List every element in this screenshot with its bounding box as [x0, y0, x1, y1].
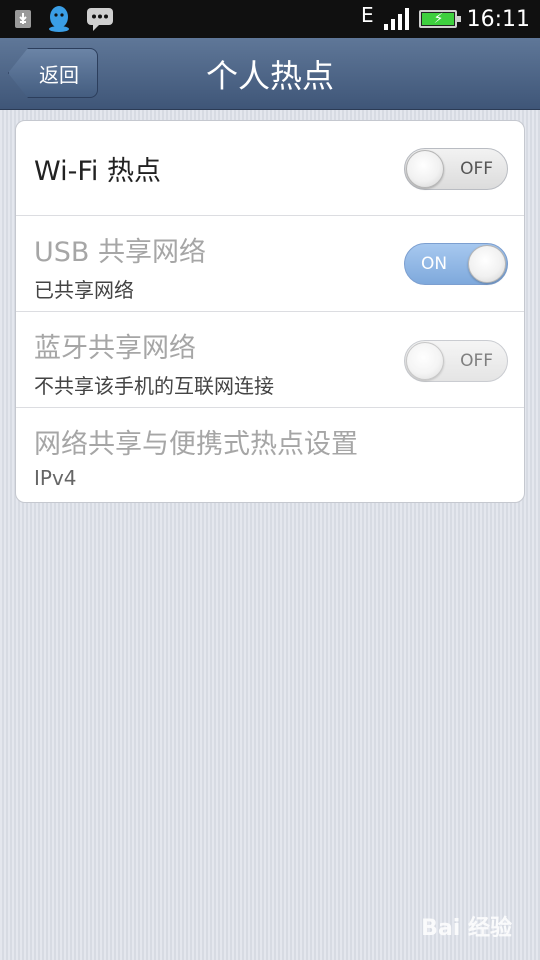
clock: 16:11 [466, 6, 530, 32]
toggle-knob [406, 342, 444, 380]
back-button[interactable]: 返回 [8, 48, 98, 98]
network-type-label: E [360, 3, 374, 27]
bluetooth-tethering-toggle[interactable]: OFF [404, 340, 508, 382]
tethering-settings-title: 网络共享与便携式热点设置 [34, 429, 358, 460]
wifi-hotspot-row[interactable]: Wi-Fi 热点 OFF [16, 121, 524, 216]
usb-tethering-title: USB 共享网络 [34, 237, 207, 268]
battery-charging-icon: ⚡ [418, 10, 461, 28]
wifi-hotspot-toggle[interactable]: OFF [404, 148, 508, 190]
usb-tethering-row[interactable]: USB 共享网络 已共享网络 ON [16, 216, 524, 312]
toggle-knob [406, 150, 444, 188]
toggle-state-label: OFF [460, 351, 493, 371]
qq-icon [49, 6, 69, 32]
tethering-settings-subtitle: IPv4 [34, 466, 77, 490]
signal-icon [383, 8, 409, 30]
bluetooth-tethering-subtitle: 不共享该手机的互联网连接 [34, 374, 274, 398]
toggle-state-label: OFF [460, 159, 493, 179]
status-bar: E ⚡ 16:11 [0, 0, 540, 38]
usb-tethering-subtitle: 已共享网络 [34, 278, 134, 302]
watermark: Bai 经验 [421, 916, 512, 941]
usb-icon [15, 10, 31, 28]
title-bar: 返回 [0, 38, 540, 110]
bluetooth-tethering-row[interactable]: 蓝牙共享网络 不共享该手机的互联网连接 OFF [16, 312, 524, 408]
message-icon [87, 8, 113, 31]
toggle-state-label: ON [421, 254, 448, 274]
usb-tethering-toggle[interactable]: ON [404, 243, 508, 285]
tethering-settings-row[interactable]: 网络共享与便携式热点设置 IPv4 [16, 408, 524, 502]
status-right: E ⚡ 16:11 [361, 0, 530, 38]
tethering-settings-card: Wi-Fi 热点 OFF USB 共享网络 已共享网络 ON 蓝牙共享网络 不共… [15, 120, 525, 503]
toggle-knob [468, 245, 506, 283]
status-left-icons [14, 4, 114, 34]
bluetooth-tethering-title: 蓝牙共享网络 [34, 333, 196, 364]
wifi-hotspot-title: Wi-Fi 热点 [34, 156, 161, 187]
back-button-label: 返回 [39, 62, 79, 87]
